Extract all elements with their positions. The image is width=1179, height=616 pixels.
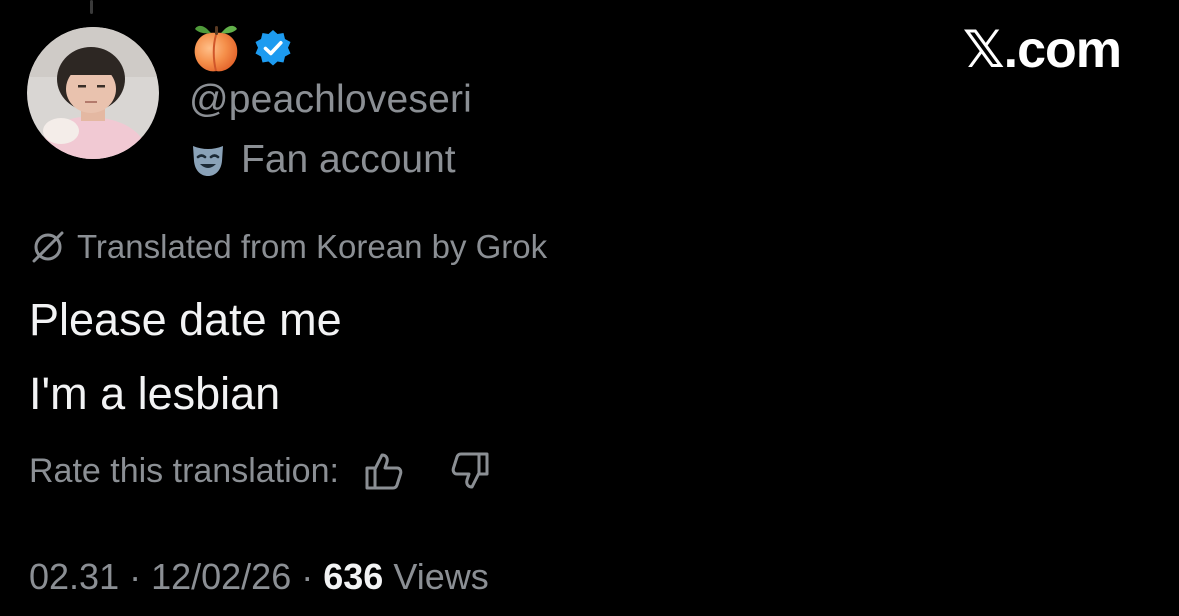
avatar-image	[27, 27, 159, 159]
thumbs-down-icon	[451, 452, 489, 489]
tweet-meta: 02.31 · 12/02/26 · 636 Views	[29, 556, 489, 598]
meta-separator: ·	[129, 556, 142, 597]
translate-slash-icon	[29, 228, 67, 266]
peach-emoji-icon	[189, 21, 243, 75]
thread-connector	[90, 0, 93, 14]
avatar[interactable]	[27, 27, 159, 159]
meta-separator: ·	[301, 556, 314, 597]
author-handle[interactable]: @peachloveseri	[189, 78, 472, 122]
translation-note-text: Translated from Korean by Grok	[77, 228, 548, 265]
author-badges	[189, 20, 293, 76]
x-com-logo: 𝕏.com	[962, 21, 1122, 79]
views-count: 636	[323, 556, 384, 597]
tweet-text-line: Please date me	[29, 294, 342, 345]
thumbs-down-button[interactable]	[449, 450, 491, 492]
thumbs-up-icon	[365, 453, 403, 490]
tweet-date[interactable]: 12/02/26	[151, 556, 291, 597]
rate-translation: Rate this translation:	[29, 450, 491, 492]
theater-mask-icon	[189, 141, 227, 179]
translation-note: Translated from Korean by Grok	[29, 228, 547, 266]
tweet-time[interactable]: 02.31	[29, 556, 119, 597]
account-label: Fan account	[189, 138, 456, 182]
views-label: Views	[393, 556, 489, 597]
thumbs-up-button[interactable]	[363, 450, 405, 492]
verified-badge-icon[interactable]	[253, 28, 293, 68]
tweet-text-line: I'm a lesbian	[29, 368, 281, 419]
account-label-text: Fan account	[241, 138, 456, 181]
rate-translation-label: Rate this translation:	[29, 451, 339, 490]
